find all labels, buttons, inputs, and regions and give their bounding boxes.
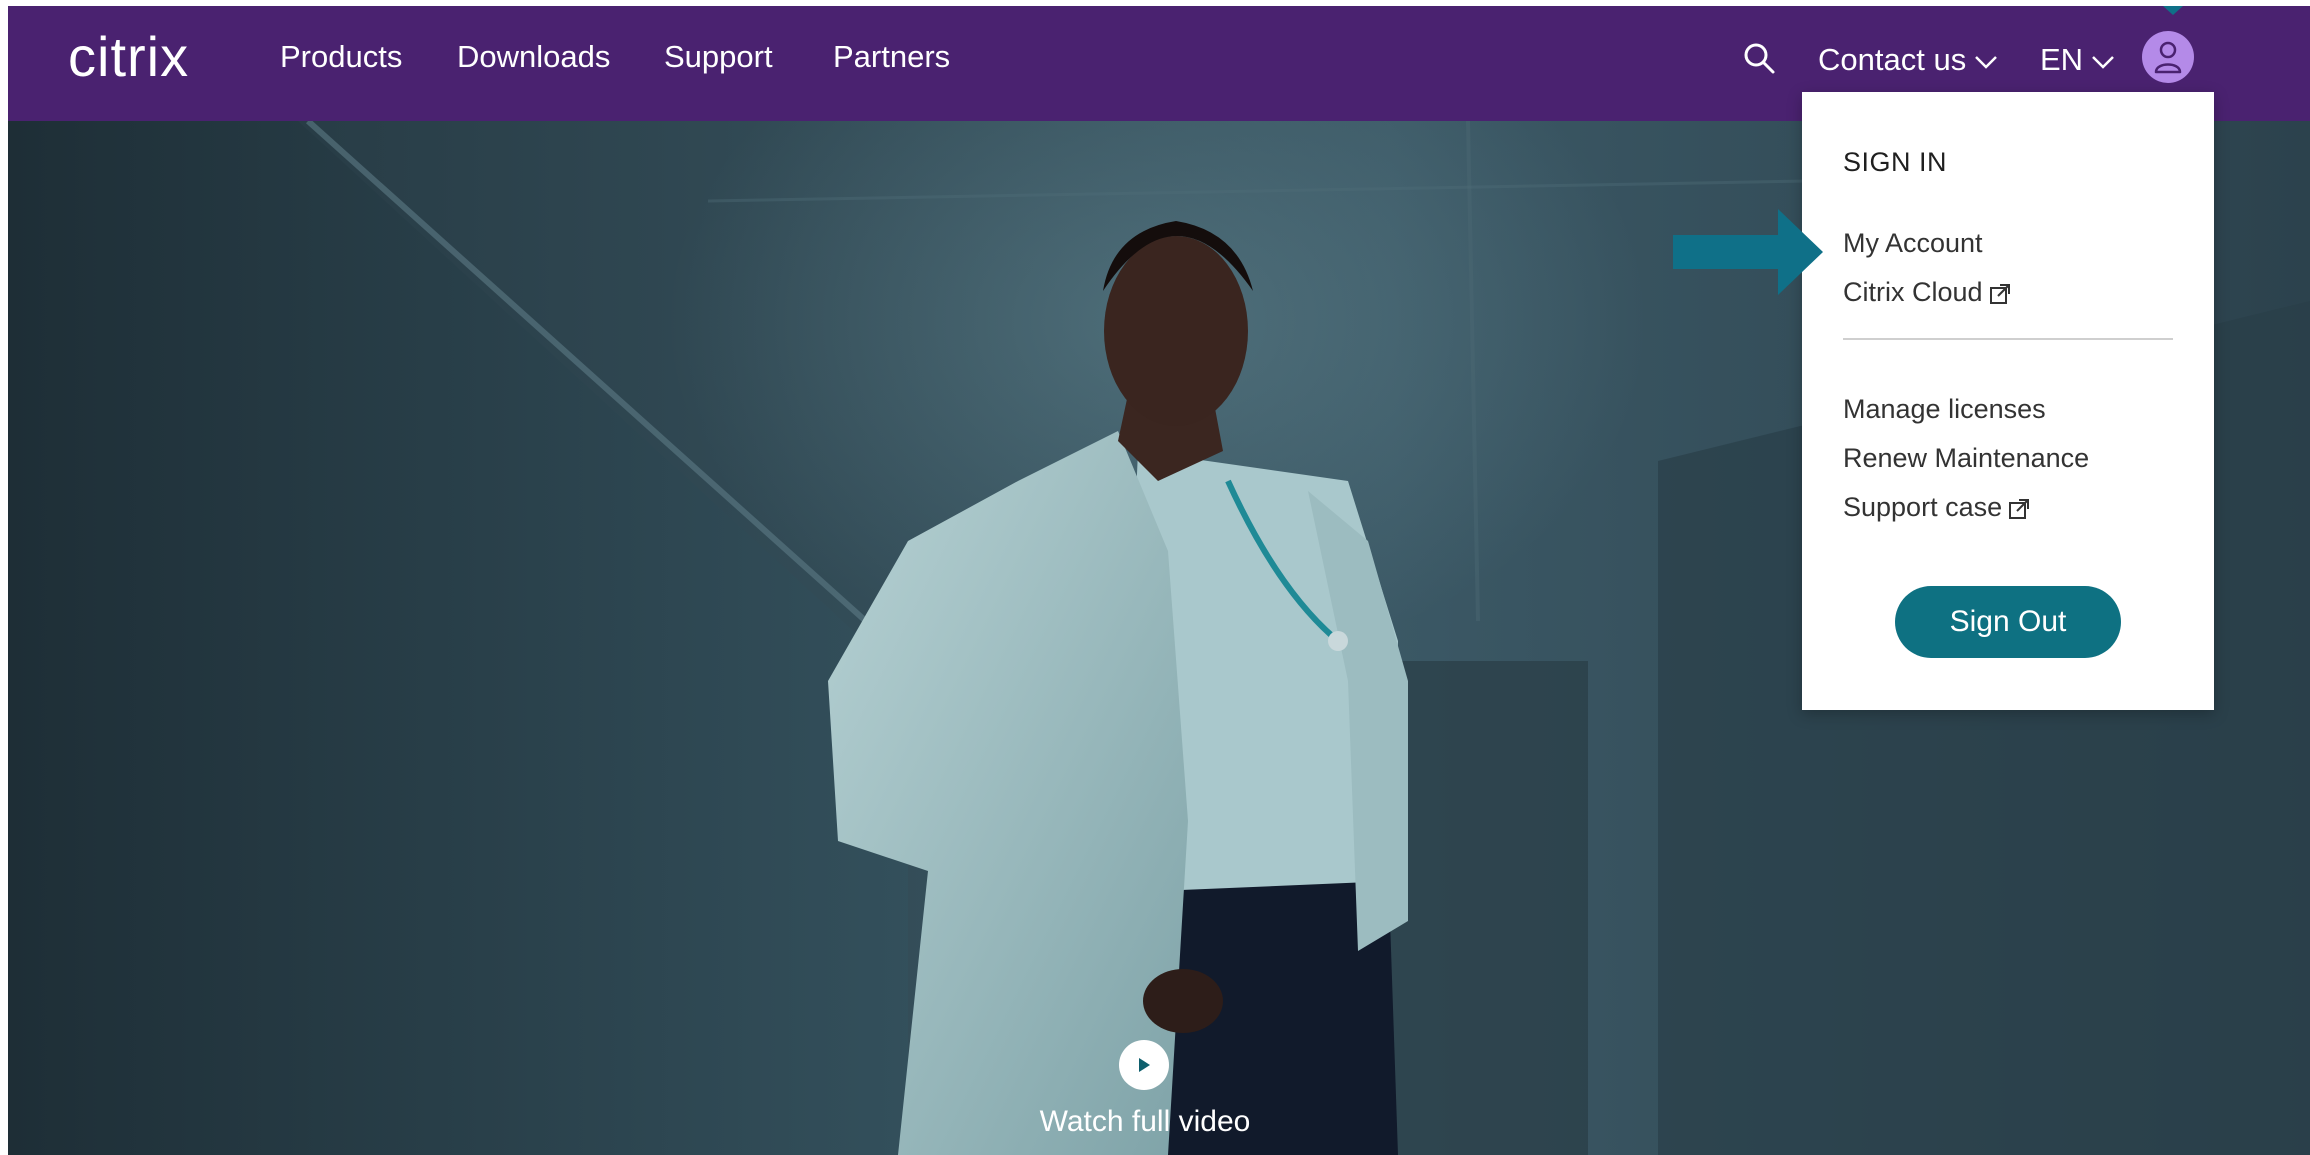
- account-dropdown-menu: SIGN IN My Account Citrix Cloud Manage l…: [1802, 92, 2214, 710]
- nav-partners[interactable]: Partners: [833, 39, 950, 75]
- search-icon[interactable]: [1740, 39, 1780, 79]
- user-avatar-button[interactable]: [2142, 31, 2194, 83]
- callout-arrow-icon: [1673, 209, 1823, 295]
- user-icon: [2154, 41, 2182, 74]
- external-link-icon: [1989, 283, 2010, 304]
- sign-in-heading: SIGN IN: [1843, 147, 1948, 177]
- my-account-link[interactable]: My Account: [1843, 228, 1983, 259]
- contact-us-label: Contact us: [1818, 42, 1967, 77]
- citrix-logo[interactable]: citrix: [68, 24, 189, 89]
- contact-us-menu[interactable]: Contact us: [1818, 42, 1998, 78]
- external-link-icon: [2009, 498, 2030, 519]
- citrix-cloud-link[interactable]: Citrix Cloud: [1843, 277, 2011, 308]
- language-label: EN: [2040, 42, 2084, 77]
- support-case-label: Support case: [1843, 492, 2003, 522]
- menu-divider: [1843, 338, 2173, 340]
- language-menu[interactable]: EN: [2040, 42, 2115, 78]
- chevron-down-icon: [2092, 55, 2114, 69]
- nav-support[interactable]: Support: [664, 39, 773, 75]
- browser-viewport: citrix Products Downloads Support Partne…: [8, 6, 2310, 1155]
- renew-maintenance-label: Renew Maintenance: [1843, 443, 2090, 473]
- manage-licenses-label: Manage licenses: [1843, 394, 2046, 424]
- annotation-arrow-tip-icon: [2163, 6, 2183, 15]
- nav-products[interactable]: Products: [280, 39, 402, 75]
- my-account-label: My Account: [1843, 228, 1983, 258]
- sign-out-button[interactable]: Sign Out: [1895, 586, 2121, 658]
- citrix-cloud-label: Citrix Cloud: [1843, 277, 1983, 307]
- chevron-down-icon: [1975, 55, 1998, 69]
- play-icon: [1139, 1058, 1150, 1072]
- watch-video-link[interactable]: Watch full video: [1030, 1105, 1260, 1139]
- play-video-button[interactable]: [1119, 1040, 1169, 1090]
- nav-downloads[interactable]: Downloads: [457, 39, 610, 75]
- support-case-link[interactable]: Support case: [1843, 492, 2030, 523]
- manage-licenses-link[interactable]: Manage licenses: [1843, 394, 2046, 425]
- renew-maintenance-link[interactable]: Renew Maintenance: [1843, 443, 2089, 474]
